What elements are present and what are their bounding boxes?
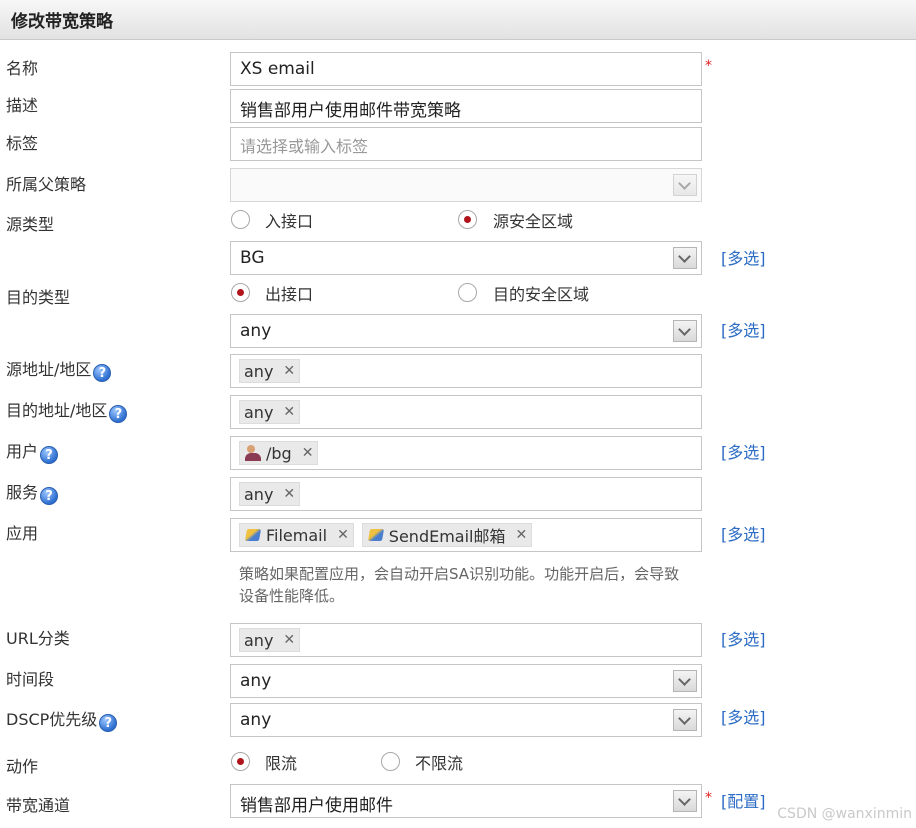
dscp-multi-select-link[interactable]: [多选] [721,704,766,728]
remove-tag-icon[interactable]: ✕ [516,527,528,543]
desc-input[interactable]: 销售部用户使用邮件带宽策略 [230,89,702,123]
src-addr-label: 源地址/地区? [6,356,112,382]
time-range-label: 时间段 [6,670,55,689]
url-category-input[interactable]: any ✕ [230,623,702,657]
bandwidth-channel-select[interactable]: 销售部用户使用邮件 [230,784,702,818]
dst-interface-multi-select-link[interactable]: [多选] [721,317,766,341]
dst-type-label: 目的类型 [6,288,71,307]
service-label: 服务? [6,479,59,505]
src-type-label: 源类型 [6,215,55,234]
parent-policy-select [230,168,702,202]
help-icon[interactable]: ? [40,446,59,464]
dst-type-radio-interface[interactable] [231,283,250,302]
dst-addr-input[interactable]: any ✕ [230,395,702,429]
application-icon [367,526,387,544]
url-category-label: URL分类 [6,629,70,648]
dst-addr-tag: any ✕ [239,400,301,424]
chevron-down-icon[interactable] [673,709,697,731]
url-multi-select-link[interactable]: [多选] [721,626,766,650]
action-label: 动作 [6,757,39,776]
tag-placeholder: 请选择或输入标签 [240,137,369,156]
chevron-down-icon[interactable] [673,670,697,692]
action-opt1-label: 限流 [265,754,298,773]
remove-tag-icon[interactable]: ✕ [283,486,295,502]
remove-tag-icon[interactable]: ✕ [283,632,295,648]
dscp-value: any [240,710,272,730]
user-tag: /bg ✕ [239,441,319,465]
dst-type-radio-zone[interactable] [458,283,477,302]
dst-type-opt1-label: 出接口 [265,285,314,304]
dst-type-opt2-label: 目的安全区域 [493,285,590,304]
name-required-mark: * [705,58,712,74]
app-input[interactable]: Filemail ✕ SendEmail邮箱 ✕ [230,518,702,552]
src-type-radio-interface[interactable] [231,210,250,229]
app-hint-text: 策略如果配置应用，会自动开启SA识别功能。功能开启后，会导致设备性能降低。 [239,565,680,605]
bandwidth-channel-label: 带宽通道 [6,796,71,815]
name-input[interactable]: XS email [230,52,702,86]
help-icon[interactable]: ? [109,405,128,423]
app-label: 应用 [6,524,39,543]
service-tag: any ✕ [239,482,301,506]
dscp-label: DSCP优先级? [6,706,118,732]
action-opt2-label: 不限流 [415,754,464,773]
chevron-down-icon[interactable] [673,247,697,269]
url-category-tag: any ✕ [239,628,301,652]
time-range-select[interactable]: any [230,664,702,698]
src-type-opt2-label: 源安全区域 [493,212,574,231]
dst-interface-value: any [240,321,272,341]
src-addr-tag: any ✕ [239,359,301,383]
service-input[interactable]: any ✕ [230,477,702,511]
name-label: 名称 [6,59,39,78]
src-addr-input[interactable]: any ✕ [230,354,702,388]
name-value: XS email [240,59,315,79]
help-icon[interactable]: ? [40,487,59,505]
action-radio-no-limit[interactable] [381,752,400,771]
src-type-opt1-label: 入接口 [265,212,314,231]
dst-addr-label: 目的地址/地区? [6,397,128,423]
dscp-select[interactable]: any [230,703,702,737]
parent-policy-label: 所属父策略 [6,175,87,194]
application-icon [244,526,264,544]
dialog-title: 修改带宽策略 [11,12,113,32]
user-input[interactable]: /bg ✕ [230,436,702,470]
src-zone-select[interactable]: BG [230,241,702,275]
bandwidth-channel-value: 销售部用户使用邮件 [240,796,393,816]
tag-label: 标签 [6,134,39,153]
chevron-down-icon [673,174,697,196]
remove-tag-icon[interactable]: ✕ [283,363,295,379]
src-zone-multi-select-link[interactable]: [多选] [721,245,766,269]
remove-tag-icon[interactable]: ✕ [302,445,314,461]
src-type-radio-zone[interactable] [458,210,477,229]
user-group-icon [244,444,264,462]
dst-interface-select[interactable]: any [230,314,702,348]
tag-input[interactable]: 请选择或输入标签 [230,127,702,161]
help-icon[interactable]: ? [99,714,118,732]
channel-required-mark: * [705,790,712,806]
time-range-value: any [240,671,272,691]
app-multi-select-link[interactable]: [多选] [721,521,766,545]
watermark: CSDN @wanxinmin [777,806,912,822]
remove-tag-icon[interactable]: ✕ [283,404,295,420]
chevron-down-icon[interactable] [673,790,697,812]
user-multi-select-link[interactable]: [多选] [721,439,766,463]
app-tag: Filemail ✕ [239,523,354,547]
remove-tag-icon[interactable]: ✕ [337,527,349,543]
desc-value: 销售部用户使用邮件带宽策略 [240,101,461,121]
src-zone-value: BG [240,248,265,268]
app-tag: SendEmail邮箱 ✕ [361,523,533,547]
help-icon[interactable]: ? [93,364,112,382]
dialog-title-bar: 修改带宽策略 [0,0,916,40]
chevron-down-icon[interactable] [673,320,697,342]
user-label: 用户? [6,438,59,464]
channel-config-link[interactable]: [配置] [721,788,766,812]
action-radio-limit[interactable] [231,752,250,771]
desc-label: 描述 [6,96,39,115]
